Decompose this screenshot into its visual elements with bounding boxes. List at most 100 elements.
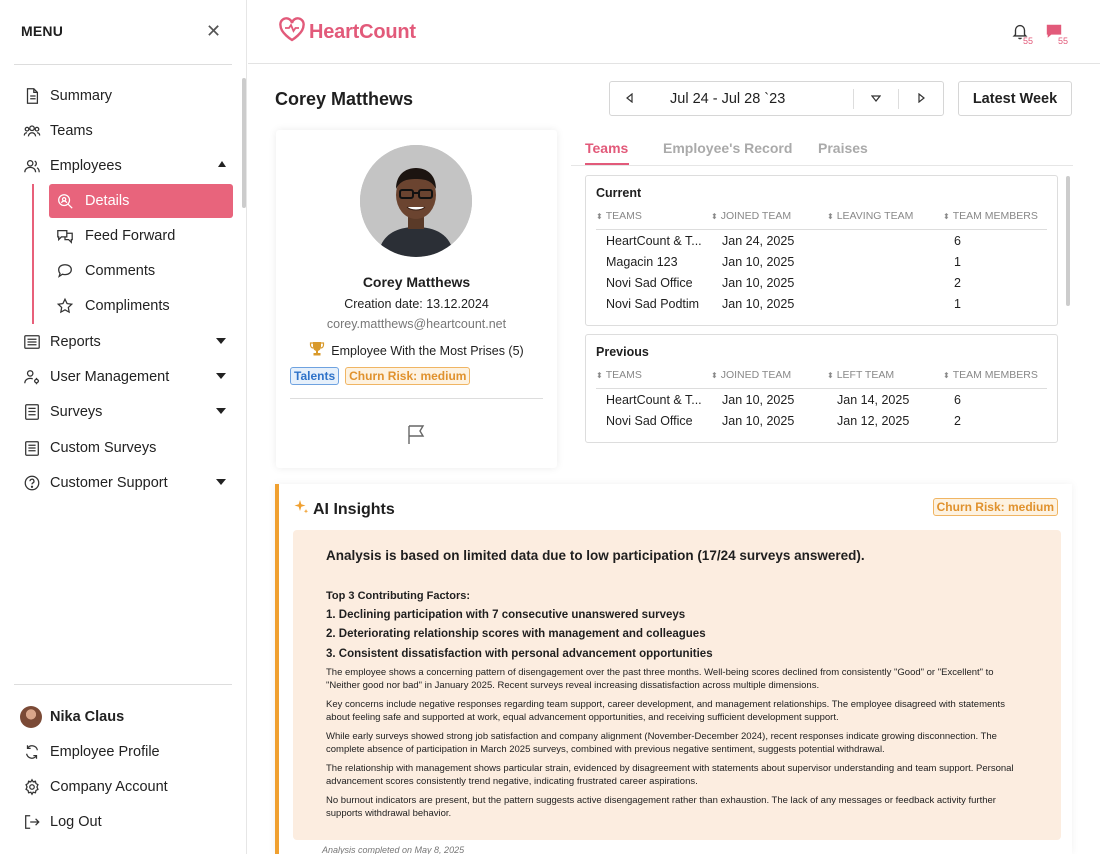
caret-right-icon <box>916 90 926 108</box>
divider <box>14 684 232 685</box>
table-row[interactable]: Novi Sad Office Jan 10, 2025 Jan 12, 202… <box>596 411 1047 432</box>
menu-title: MENU <box>21 23 64 39</box>
sidebar-item-customer-support[interactable]: Customer Support <box>14 466 234 499</box>
refresh-icon <box>22 742 42 762</box>
divider <box>14 64 232 65</box>
sidebar-item-custom-surveys[interactable]: Custom Surveys <box>14 431 234 464</box>
table-header: ⬍ TEAMS ⬍ JOINED TEAM ⬍ LEAVING TEAM ⬍ TEAM … <box>596 208 1047 230</box>
cell-members: 6 <box>954 234 961 248</box>
cell-team: HeartCount & T... <box>606 393 702 407</box>
chevron-down-icon <box>216 479 226 485</box>
column-header[interactable]: ⬍ TEAMS <box>596 369 642 381</box>
ai-title-label: AI Insights <box>313 500 395 518</box>
cell-joined: Jan 10, 2025 <box>722 276 795 290</box>
sidebar-item-label: Log Out <box>50 813 102 830</box>
table-header: ⬍ TEAMS ⬍ JOINED TEAM ⬍ LEFT TEAM ⬍ TEAM MEM… <box>596 367 1047 389</box>
sidebar-item-surveys[interactable]: Surveys <box>14 395 234 428</box>
sidebar-item-reports[interactable]: Reports <box>14 325 234 358</box>
date-range-label[interactable]: Jul 24 - Jul 28 `23 <box>650 91 853 107</box>
ai-insights-title: AI Insights <box>293 499 395 520</box>
cell-members: 2 <box>954 276 961 290</box>
sidebar-item-employee-profile[interactable]: Employee Profile <box>14 735 234 768</box>
current-user[interactable]: Nika Claus <box>14 700 234 733</box>
column-header[interactable]: ⬍ JOINED TEAM <box>711 210 791 222</box>
heart-logo-icon <box>278 17 306 48</box>
column-header[interactable]: ⬍ TEAM MEMBERS <box>943 210 1038 222</box>
message-count: 55 <box>1058 36 1069 46</box>
sidebar-item-log-out[interactable]: Log Out <box>14 805 234 838</box>
employees-icon <box>22 156 42 176</box>
sidebar-item-label: Summary <box>50 87 113 104</box>
chevron-down-icon <box>216 373 226 379</box>
date-range-picker: Jul 24 - Jul 28 `23 <box>609 81 944 116</box>
ai-lead: Analysis is based on limited data due to… <box>326 548 865 563</box>
previous-week-button[interactable] <box>610 82 650 115</box>
flag-icon[interactable] <box>405 423 427 450</box>
sidebar-subitem-compliments[interactable]: Compliments <box>49 289 233 323</box>
churn-risk-badge: Churn Risk: medium <box>932 498 1058 516</box>
tab-praises[interactable]: Praises <box>818 140 868 156</box>
chevron-down-icon <box>216 408 226 414</box>
cell-joined: Jan 24, 2025 <box>722 234 795 248</box>
award-label: Employee With the Most Prises (5) <box>331 343 524 358</box>
factor-item: 3. Consistent dissatisfaction with perso… <box>326 648 713 660</box>
table-row[interactable]: Magacin 123 Jan 10, 2025 1 <box>596 252 1047 273</box>
sidebar-subitem-feed-forward[interactable]: Feed Forward <box>49 219 233 253</box>
table-row[interactable]: HeartCount & T... Jan 10, 2025 Jan 14, 2… <box>596 390 1047 411</box>
document-icon <box>22 86 42 106</box>
profile-card: Corey Matthews Creation date: 13.12.2024… <box>276 130 557 468</box>
tab-employees-record[interactable]: Employee's Record <box>663 140 792 156</box>
latest-week-button[interactable]: Latest Week <box>958 81 1072 116</box>
sidebar-item-teams[interactable]: Teams <box>14 114 234 147</box>
ai-insights-body: Analysis is based on limited data due to… <box>293 530 1061 840</box>
panel-scrollbar[interactable] <box>1066 176 1070 306</box>
cell-left: Jan 14, 2025 <box>837 393 910 407</box>
sort-icon: ⬍ <box>596 211 603 221</box>
date-dropdown-button[interactable] <box>854 82 898 115</box>
sidebar-item-company-account[interactable]: Company Account <box>14 770 234 803</box>
table-row[interactable]: HeartCount & T... Jan 24, 2025 6 <box>596 231 1047 252</box>
user-name: Nika Claus <box>50 708 125 725</box>
sort-icon: ⬍ <box>943 370 950 380</box>
sidebar-item-employees[interactable]: Employees <box>14 149 234 182</box>
cell-team: HeartCount & T... <box>606 234 702 248</box>
analysis-paragraph: No burnout indicators are present, but t… <box>326 795 996 819</box>
table-row[interactable]: Novi Sad Podtim Jan 10, 2025 1 <box>596 294 1047 315</box>
sidebar-subitem-details[interactable]: Details <box>49 184 233 218</box>
next-week-button[interactable] <box>899 82 943 115</box>
tab-teams[interactable]: Teams <box>585 140 628 156</box>
analysis-paragraph: While early surveys showed strong job sa… <box>326 731 997 755</box>
help-icon <box>22 473 42 493</box>
sidebar-item-user-management[interactable]: User Management <box>14 360 234 393</box>
column-header[interactable]: ⬍ TEAMS <box>596 210 642 222</box>
sidebar-item-label: Customer Support <box>50 474 168 491</box>
sidebar-subitem-label: Details <box>85 193 130 209</box>
star-icon <box>55 296 75 316</box>
sidebar-scrollbar[interactable] <box>242 78 246 208</box>
cell-joined: Jan 10, 2025 <box>722 414 795 428</box>
column-header[interactable]: ⬍ LEAVING TEAM <box>827 210 913 222</box>
column-header[interactable]: ⬍ LEFT TEAM <box>827 369 894 381</box>
analysis-paragraph: The employee shows a concerning pattern … <box>326 667 994 691</box>
factors-title: Top 3 Contributing Factors: <box>326 590 471 602</box>
profile-award: Employee With the Most Prises (5) <box>276 341 557 360</box>
sidebar-subitem-comments[interactable]: Comments <box>49 254 233 288</box>
table-row[interactable]: Novi Sad Office Jan 10, 2025 2 <box>596 273 1047 294</box>
column-header[interactable]: ⬍ TEAM MEMBERS <box>943 369 1038 381</box>
sidebar: MENU ✕ Summary Teams Employees Details F… <box>0 0 247 854</box>
logo[interactable]: HeartCount <box>278 17 416 48</box>
sidebar-item-summary[interactable]: Summary <box>14 79 234 112</box>
sidebar-item-label: Employee Profile <box>50 743 160 760</box>
cell-left: Jan 12, 2025 <box>837 414 910 428</box>
column-header[interactable]: ⬍ JOINED TEAM <box>711 369 791 381</box>
chevron-up-icon <box>218 161 226 167</box>
close-icon[interactable]: ✕ <box>206 22 221 40</box>
sidebar-subitem-label: Comments <box>85 263 156 279</box>
cell-team: Novi Sad Office <box>606 414 693 428</box>
caret-left-icon <box>625 90 635 108</box>
profile-name: Corey Matthews <box>362 274 471 290</box>
previous-teams-table: Previous ⬍ TEAMS ⬍ JOINED TEAM ⬍ LEFT TEAM … <box>585 334 1058 443</box>
chevron-down-icon <box>216 338 226 344</box>
notification-count: 55 <box>1023 36 1034 46</box>
cell-team: Magacin 123 <box>606 255 678 269</box>
